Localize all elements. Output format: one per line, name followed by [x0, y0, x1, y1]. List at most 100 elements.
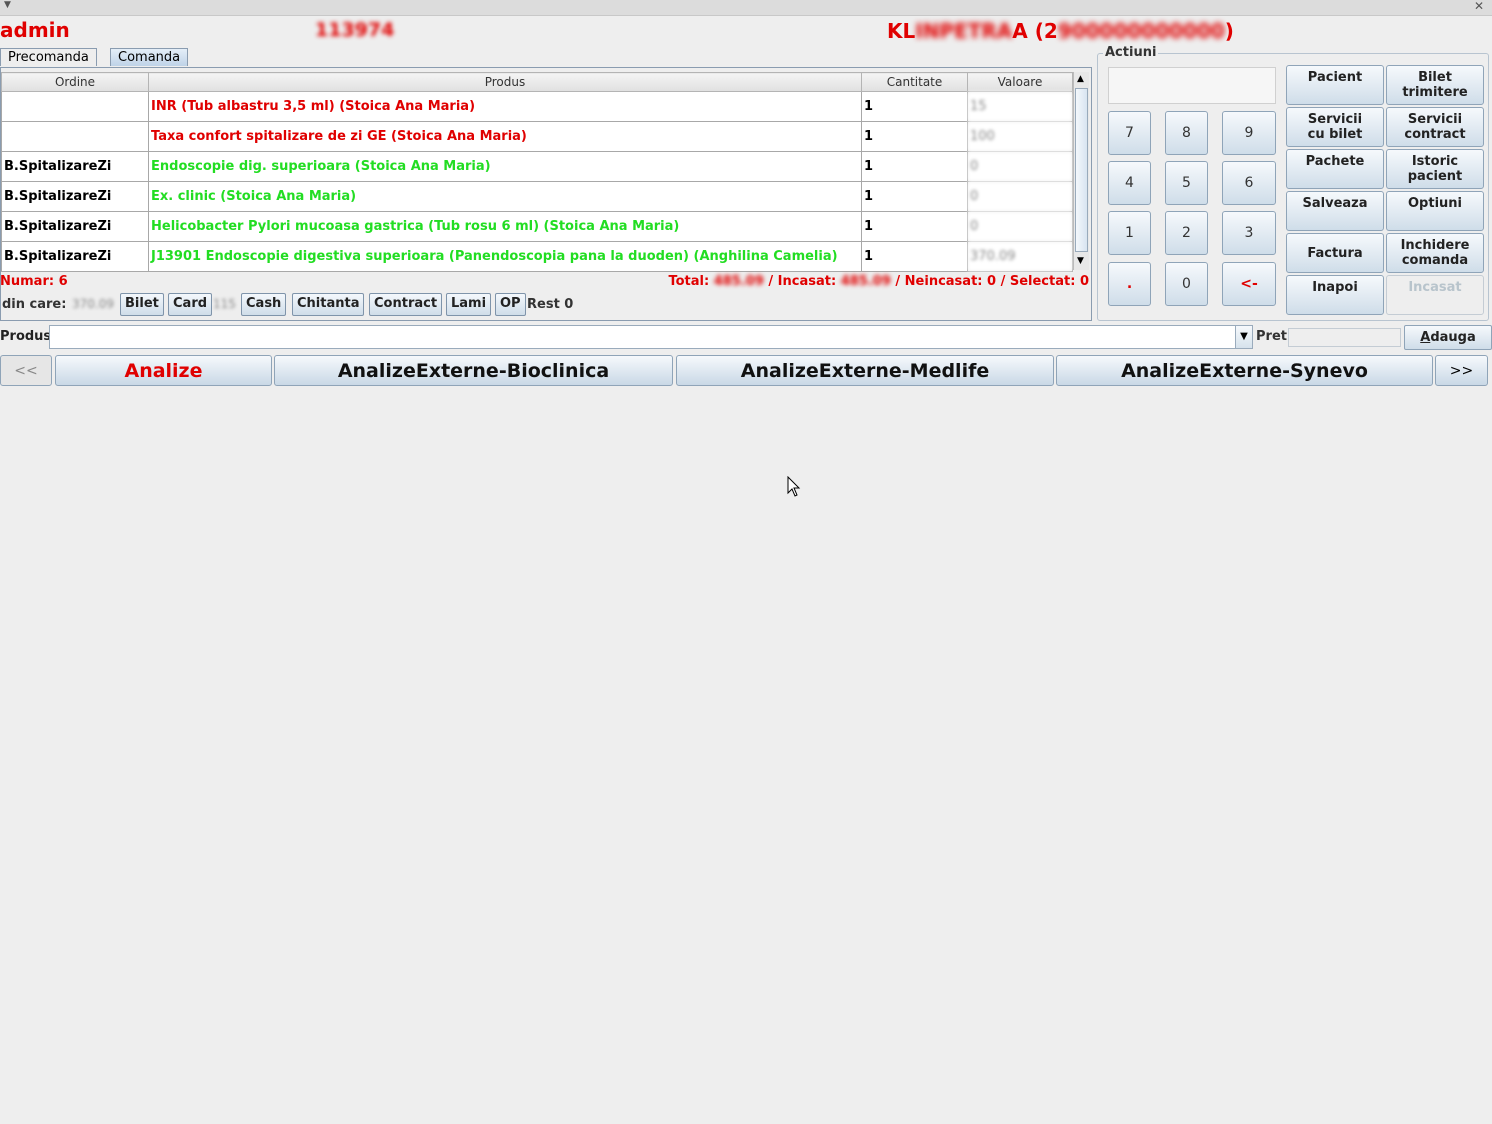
scroll-down-icon[interactable]: ▼ — [1077, 256, 1084, 266]
cell-produs: INR (Tub albastru 3,5 ml) (Stoica Ana Ma… — [148, 91, 862, 122]
factura-button[interactable]: Factura — [1286, 233, 1384, 273]
window-title-bar: ▼ ✕ — [0, 0, 1492, 16]
card-amount: 115 — [213, 297, 236, 311]
close-icon[interactable]: ✕ — [1474, 0, 1484, 13]
keypad-8-button[interactable]: 8 — [1165, 111, 1208, 155]
payment-op-button[interactable]: OP — [495, 293, 526, 316]
table-row[interactable]: INR (Tub albastru 3,5 ml) (Stoica Ana Ma… — [1, 91, 1073, 122]
mouse-cursor-icon — [787, 476, 801, 497]
keypad-dot-button[interactable]: . — [1108, 262, 1151, 306]
patient-code-blurred: 900000000000 — [1057, 19, 1225, 43]
cell-cantitate[interactable]: 1 — [861, 241, 968, 272]
payment-card-button[interactable]: Card — [168, 293, 213, 316]
cell-valoare[interactable]: 0 — [967, 211, 1073, 242]
optiuni-button[interactable]: Optiuni — [1386, 191, 1484, 231]
cell-valoare[interactable]: 100 — [967, 121, 1073, 152]
header-order-id: 113974 — [315, 19, 395, 41]
payment-chitanta-button[interactable]: Chitanta — [292, 293, 365, 316]
cell-cantitate[interactable]: 1 — [861, 91, 968, 122]
servicii-contract-button[interactable]: Servicii contract — [1386, 107, 1484, 147]
tab-precomanda[interactable]: Precomanda — [0, 48, 97, 66]
cell-cantitate[interactable]: 1 — [861, 121, 968, 152]
header-patient: KLINPETRAA (2900000000000) — [887, 19, 1234, 43]
cell-cantitate[interactable]: 1 — [861, 151, 968, 182]
cell-ordine — [1, 121, 149, 152]
table-row[interactable]: B.SpitalizareZi J13901 Endoscopie digest… — [1, 241, 1073, 272]
chevron-down-icon[interactable]: ▼ — [1235, 325, 1253, 349]
keypad-3-button[interactable]: 3 — [1222, 211, 1276, 255]
adauga-button[interactable]: Adauga — [1404, 325, 1492, 350]
cell-valoare[interactable]: 0 — [967, 181, 1073, 212]
inapoi-button[interactable]: Inapoi — [1286, 275, 1384, 315]
table-row[interactable]: Taxa confort spitalizare de zi GE (Stoic… — [1, 121, 1073, 152]
column-header-valoare[interactable]: Valoare — [967, 72, 1073, 92]
keypad-backspace-button[interactable]: <- — [1222, 262, 1276, 306]
order-table: Ordine Produs Cantitate Valoare INR (Tub… — [1, 72, 1073, 272]
keypad-0-button[interactable]: 0 — [1165, 262, 1208, 306]
table-row[interactable]: B.SpitalizareZi Helicobacter Pylori muco… — [1, 211, 1073, 242]
produs-label: Produs — [0, 329, 52, 344]
cell-produs: Helicobacter Pylori mucoasa gastrica (Tu… — [148, 211, 862, 242]
cell-ordine — [1, 91, 149, 122]
cell-valoare[interactable]: 370.09 — [967, 241, 1073, 272]
salveaza-button[interactable]: Salveaza — [1286, 191, 1384, 231]
cell-produs: J13901 Endoscopie digestiva superioara (… — [148, 241, 862, 272]
pret-input[interactable] — [1288, 328, 1401, 347]
payment-lami-button[interactable]: Lami — [446, 293, 492, 316]
bilet-trimitere-button[interactable]: Bilet trimitere — [1386, 65, 1484, 105]
category-analize[interactable]: Analize — [55, 355, 272, 386]
keypad-1-button[interactable]: 1 — [1108, 211, 1151, 255]
cell-cantitate[interactable]: 1 — [861, 211, 968, 242]
inchidere-comanda-button[interactable]: Inchidere comanda — [1386, 233, 1484, 273]
incasat-label: / Incasat: — [763, 274, 841, 289]
category-synevo[interactable]: AnalizeExterne-Synevo — [1056, 355, 1433, 386]
incasat-button: Incasat — [1386, 275, 1484, 315]
column-header-produs[interactable]: Produs — [148, 72, 862, 92]
actions-title: Actiuni — [1103, 45, 1159, 60]
window-menu-icon[interactable]: ▼ — [4, 0, 11, 10]
total-value: 485.09 — [713, 274, 764, 289]
payment-bilet-button[interactable]: Bilet — [120, 293, 164, 316]
cell-produs: Endoscopie dig. superioara (Stoica Ana M… — [148, 151, 862, 182]
pacient-button[interactable]: Pacient — [1286, 65, 1384, 105]
keypad-9-button[interactable]: 9 — [1222, 111, 1276, 155]
patient-code-visible: 2 — [1043, 19, 1058, 43]
cell-valoare[interactable]: 15 — [967, 91, 1073, 122]
istoric-pacient-button[interactable]: Istoric pacient — [1386, 149, 1484, 189]
categories-next-button[interactable]: >> — [1435, 355, 1488, 386]
keypad-5-button[interactable]: 5 — [1165, 161, 1208, 205]
column-header-ordine[interactable]: Ordine — [1, 72, 149, 92]
neincasat-selectat: / Neincasat: 0 / Selectat: 0 — [890, 274, 1089, 289]
payment-cash-button[interactable]: Cash — [241, 293, 287, 316]
scrollbar-thumb[interactable] — [1075, 88, 1088, 252]
bilet-amount: 370.09 — [72, 297, 114, 311]
column-header-cantitate[interactable]: Cantitate — [861, 72, 968, 92]
cell-ordine: B.SpitalizareZi — [1, 241, 149, 272]
table-scrollbar[interactable]: ▲ ▼ — [1073, 72, 1089, 270]
incasat-value: 485.09 — [840, 274, 891, 289]
produs-combo-input[interactable] — [49, 325, 1236, 349]
item-count: Numar: 6 — [0, 274, 68, 289]
tab-comanda[interactable]: Comanda — [110, 48, 189, 66]
category-medlife[interactable]: AnalizeExterne-Medlife — [676, 355, 1054, 386]
pret-label: Pret — [1256, 329, 1287, 344]
categories-prev-button[interactable]: << — [0, 355, 52, 386]
pachete-button[interactable]: Pachete — [1286, 149, 1384, 189]
keypad-2-button[interactable]: 2 — [1165, 211, 1208, 255]
keypad-4-button[interactable]: 4 — [1108, 161, 1151, 205]
keypad-7-button[interactable]: 7 — [1108, 111, 1151, 155]
patient-name-visible: KL — [887, 19, 916, 43]
cell-valoare[interactable]: 0 — [967, 151, 1073, 182]
totals-line: Total: 485.09 / Incasat: 485.09 / Neinca… — [668, 274, 1089, 289]
total-label: Total: — [668, 274, 714, 289]
category-bioclinica[interactable]: AnalizeExterne-Bioclinica — [274, 355, 673, 386]
patient-code-close: ) — [1224, 19, 1234, 43]
table-row[interactable]: B.SpitalizareZi Endoscopie dig. superioa… — [1, 151, 1073, 182]
din-care-label: din care: — [2, 297, 67, 312]
servicii-cu-bilet-button[interactable]: Servicii cu bilet — [1286, 107, 1384, 147]
cell-cantitate[interactable]: 1 — [861, 181, 968, 212]
table-row[interactable]: B.SpitalizareZi Ex. clinic (Stoica Ana M… — [1, 181, 1073, 212]
payment-contract-button[interactable]: Contract — [369, 293, 443, 316]
scroll-up-icon[interactable]: ▲ — [1077, 74, 1084, 84]
keypad-6-button[interactable]: 6 — [1222, 161, 1276, 205]
